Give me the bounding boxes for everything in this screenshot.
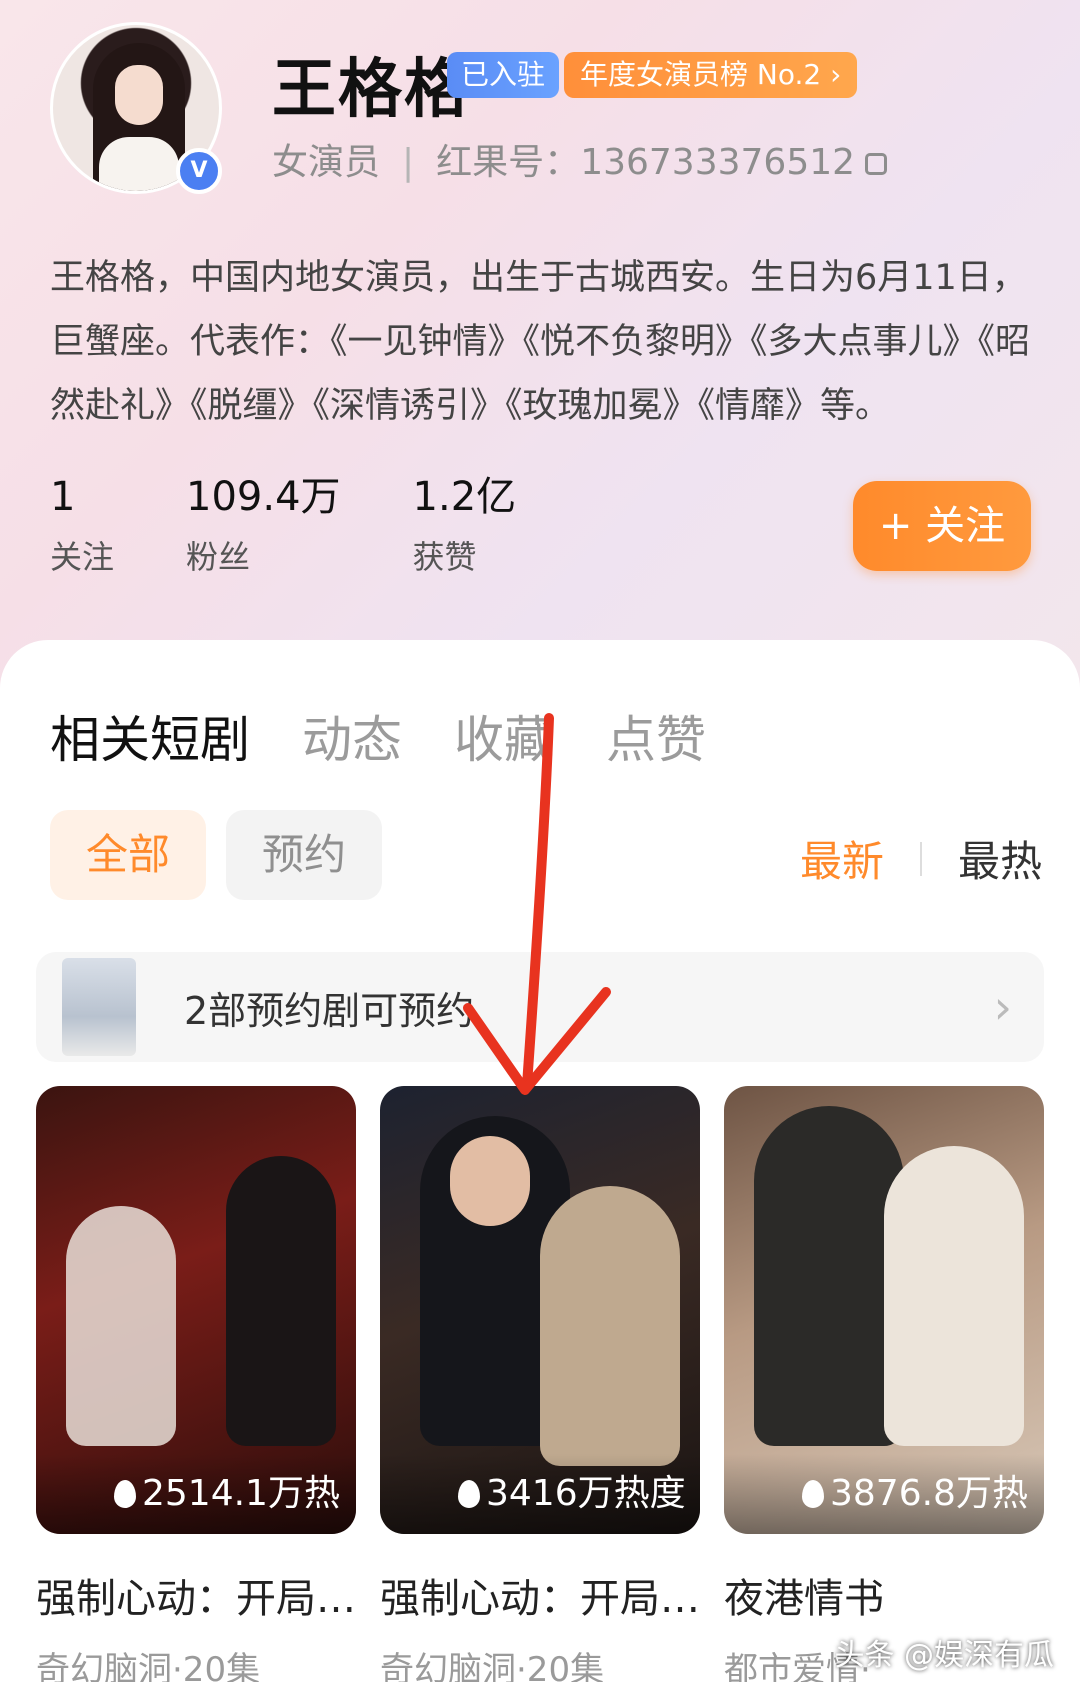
poster-figure <box>884 1146 1024 1446</box>
drama-card[interactable]: 2514.1万热度 强制心动：开局… 奇幻脑洞·20集 <box>36 1086 356 1682</box>
flame-icon <box>458 1480 480 1508</box>
poster-figure <box>540 1186 680 1466</box>
profile-name: 王格格 <box>272 53 470 127</box>
profile-stats: 1 关注 109.4万 粉丝 1.2亿 获赞 <box>50 472 588 578</box>
poster-figure <box>226 1156 336 1446</box>
heat-value: 2514.1万热度 <box>142 1473 340 1514</box>
heat-value: 3416万热度 <box>486 1473 686 1514</box>
flame-icon <box>114 1480 136 1508</box>
drama-title[interactable]: 强制心动：开局… <box>380 1566 700 1624</box>
sort-latest[interactable]: 最新 <box>800 828 884 889</box>
avatar-body <box>99 137 179 191</box>
drama-poster[interactable]: 2514.1万热度 <box>36 1086 356 1534</box>
filter-all-chip[interactable]: 全部 <box>50 810 206 900</box>
id-value: 136733376512 <box>580 142 856 183</box>
role-label: 女演员 <box>272 142 381 183</box>
avatar-face <box>115 65 163 125</box>
id-label: 红果号 <box>436 142 545 183</box>
copy-icon[interactable] <box>865 153 888 175</box>
stat-likes[interactable]: 1.2亿 获赞 <box>413 472 517 578</box>
reserve-text: 2部预约剧可预约 <box>184 989 475 1033</box>
drama-card[interactable]: 3416万热度 强制心动：开局… 奇幻脑洞·20集 <box>380 1086 700 1682</box>
profile-subline: 女演员 | 红果号：136733376512 <box>272 133 888 185</box>
sort-divider <box>919 841 922 876</box>
tab-related-dramas[interactable]: 相关短剧 <box>50 700 250 772</box>
heat-label: 3416万热度 <box>380 1454 700 1534</box>
verified-icon: V <box>176 148 222 194</box>
poster-face <box>450 1136 530 1226</box>
rank-badge[interactable]: 年度女演员榜 No.2 › <box>564 52 858 98</box>
stat-label: 关注 <box>50 538 115 576</box>
drama-card[interactable]: 3876.8万热度 夜港情书 都市爱情· <box>724 1086 1044 1682</box>
stat-value: 109.4万 <box>186 474 341 520</box>
stat-fans[interactable]: 109.4万 粉丝 <box>186 472 341 578</box>
heat-value: 3876.8万热度 <box>830 1473 1028 1514</box>
id-colon: ： <box>544 142 581 183</box>
settled-badge: 已入驻 <box>447 52 560 98</box>
heat-label: 2514.1万热度 <box>36 1454 356 1534</box>
heat-label: 3876.8万热度 <box>724 1454 1044 1534</box>
separator: | <box>402 142 415 183</box>
drama-title[interactable]: 夜港情书 <box>724 1566 1044 1624</box>
reserve-banner[interactable]: 2部预约剧可预约 › <box>36 952 1044 1062</box>
chevron-right-icon: › <box>993 980 1012 1034</box>
follow-button[interactable]: + 关注 <box>853 481 1031 571</box>
stat-value: 1 <box>50 474 76 520</box>
content-tabs: 相关短剧 动态 收藏 点赞 <box>50 700 758 772</box>
tab-likes[interactable]: 点赞 <box>606 700 706 772</box>
flame-icon <box>802 1480 824 1508</box>
drama-poster[interactable]: 3876.8万热度 <box>724 1086 1044 1534</box>
sort-hottest[interactable]: 最热 <box>958 828 1042 889</box>
reserve-thumbnail <box>62 958 136 1056</box>
stat-following[interactable]: 1 关注 <box>50 472 114 578</box>
stat-label: 粉丝 <box>186 538 251 576</box>
stat-value: 1.2亿 <box>412 474 517 520</box>
profile-bio: 王格格，中国内地女演员，出生于古城西安。生日为6月11日，巨蟹座。代表作：《一见… <box>50 258 1031 426</box>
filter-reserve-chip[interactable]: 预约 <box>226 810 382 900</box>
drama-meta: 奇幻脑洞·20集 <box>380 1650 605 1682</box>
stat-label: 获赞 <box>412 538 477 576</box>
tab-feed[interactable]: 动态 <box>302 700 402 772</box>
sort-toggle: 最新 最热 <box>800 828 1042 889</box>
tab-favorites[interactable]: 收藏 <box>454 700 554 772</box>
watermark: 头条 @娱深有瓜 <box>834 1638 1054 1673</box>
content-panel: 相关短剧 动态 收藏 点赞 全部 预约 最新 最热 2部预约剧可预约 › 251… <box>0 640 1080 1682</box>
poster-figure <box>66 1206 176 1446</box>
filter-chips: 全部 预约 <box>50 810 402 900</box>
drama-grid: 2514.1万热度 强制心动：开局… 奇幻脑洞·20集 3416万热度 强制心动… <box>36 1086 1044 1682</box>
drama-poster[interactable]: 3416万热度 <box>380 1086 700 1534</box>
drama-meta: 奇幻脑洞·20集 <box>36 1650 261 1682</box>
poster-figure <box>754 1106 904 1446</box>
drama-title[interactable]: 强制心动：开局… <box>36 1566 356 1624</box>
